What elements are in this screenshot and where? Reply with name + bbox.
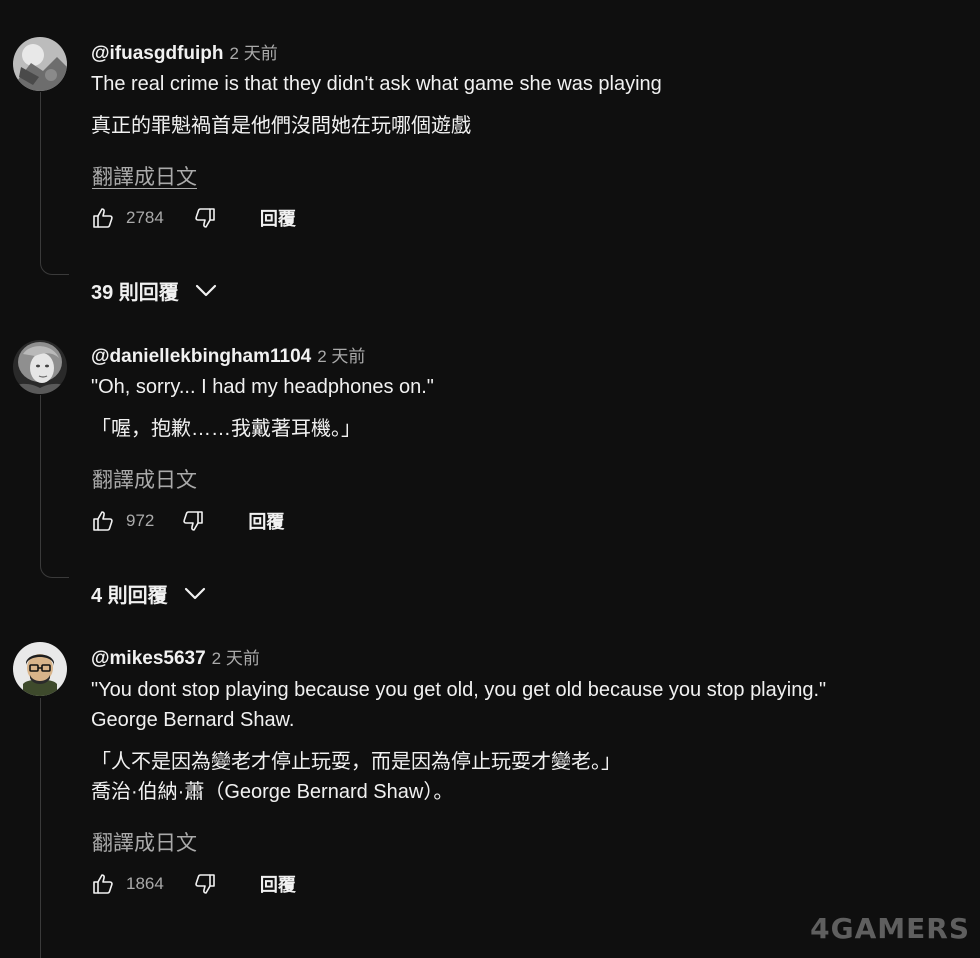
- comment-toolbar: 1864 回覆: [90, 871, 296, 897]
- view-replies-button[interactable]: 39 則回覆: [91, 276, 217, 305]
- chevron-down-icon: [195, 284, 217, 298]
- comment-text-original-line2: George Bernard Shaw.: [91, 709, 295, 731]
- comment-timestamp[interactable]: 2 天前: [317, 342, 365, 367]
- reply-button[interactable]: 回覆: [248, 508, 284, 534]
- thumbs-up-icon[interactable]: [90, 508, 116, 534]
- author-handle[interactable]: @daniellekbingham1104: [91, 346, 311, 368]
- comment-text-original: The real crime is that they didn't ask w…: [91, 73, 662, 95]
- reply-button[interactable]: 回覆: [260, 205, 296, 231]
- translate-link[interactable]: 翻譯成日文: [92, 161, 197, 191]
- thumbs-down-icon[interactable]: [180, 508, 206, 534]
- avatar[interactable]: [13, 37, 67, 91]
- author-handle[interactable]: @ifuasgdfuiph: [91, 43, 224, 65]
- thumbs-down-icon[interactable]: [192, 871, 218, 897]
- comment-timestamp[interactable]: 2 天前: [212, 644, 260, 669]
- comment-text-original: "Oh, sorry... I had my headphones on.": [91, 376, 434, 398]
- translate-link[interactable]: 翻譯成日文: [92, 827, 197, 857]
- avatar[interactable]: [13, 340, 67, 394]
- comment-text-original-line1: "You dont stop playing because you get o…: [91, 679, 827, 701]
- thread-connector: [40, 92, 69, 275]
- comment-toolbar: 2784 回覆: [90, 205, 296, 231]
- like-count: 2784: [126, 208, 164, 227]
- comment-header: @ifuasgdfuiph 2 天前: [91, 39, 278, 65]
- chevron-down-icon: [184, 587, 206, 601]
- comment-header: @daniellekbingham1104 2 天前: [91, 342, 365, 368]
- comment-text-translation: 「喔，抱歉……我戴著耳機。」: [91, 418, 361, 440]
- comment-text-translation-line2: 喬治·伯納·蕭（George Bernard Shaw）。: [91, 781, 454, 803]
- author-handle[interactable]: @mikes5637: [91, 648, 206, 670]
- replies-count-label: 4 則回覆: [91, 585, 168, 607]
- watermark-logo: 4GAMERS: [810, 912, 970, 945]
- comment-text-translation: 真正的罪魁禍首是他們沒問她在玩哪個遊戲: [91, 115, 471, 137]
- thread-connector: [40, 395, 69, 578]
- thumbs-up-icon[interactable]: [90, 871, 116, 897]
- like-count: 972: [126, 511, 155, 530]
- thumbs-down-icon[interactable]: [192, 205, 218, 231]
- replies-count-label: 39 則回覆: [91, 282, 179, 304]
- translate-link[interactable]: 翻譯成日文: [92, 464, 197, 494]
- like-count: 1864: [126, 874, 164, 893]
- avatar[interactable]: [13, 642, 67, 696]
- thread-connector: [40, 698, 69, 958]
- comment-header: @mikes5637 2 天前: [91, 644, 260, 670]
- thumbs-up-icon[interactable]: [90, 205, 116, 231]
- comment-timestamp[interactable]: 2 天前: [230, 39, 278, 64]
- view-replies-button[interactable]: 4 則回覆: [91, 579, 206, 608]
- comment-text-translation-line1: 「人不是因為變老才停止玩耍，而是因為停止玩耍才變老。」: [91, 751, 621, 773]
- comment-toolbar: 972 回覆: [90, 508, 284, 534]
- reply-button[interactable]: 回覆: [260, 871, 296, 897]
